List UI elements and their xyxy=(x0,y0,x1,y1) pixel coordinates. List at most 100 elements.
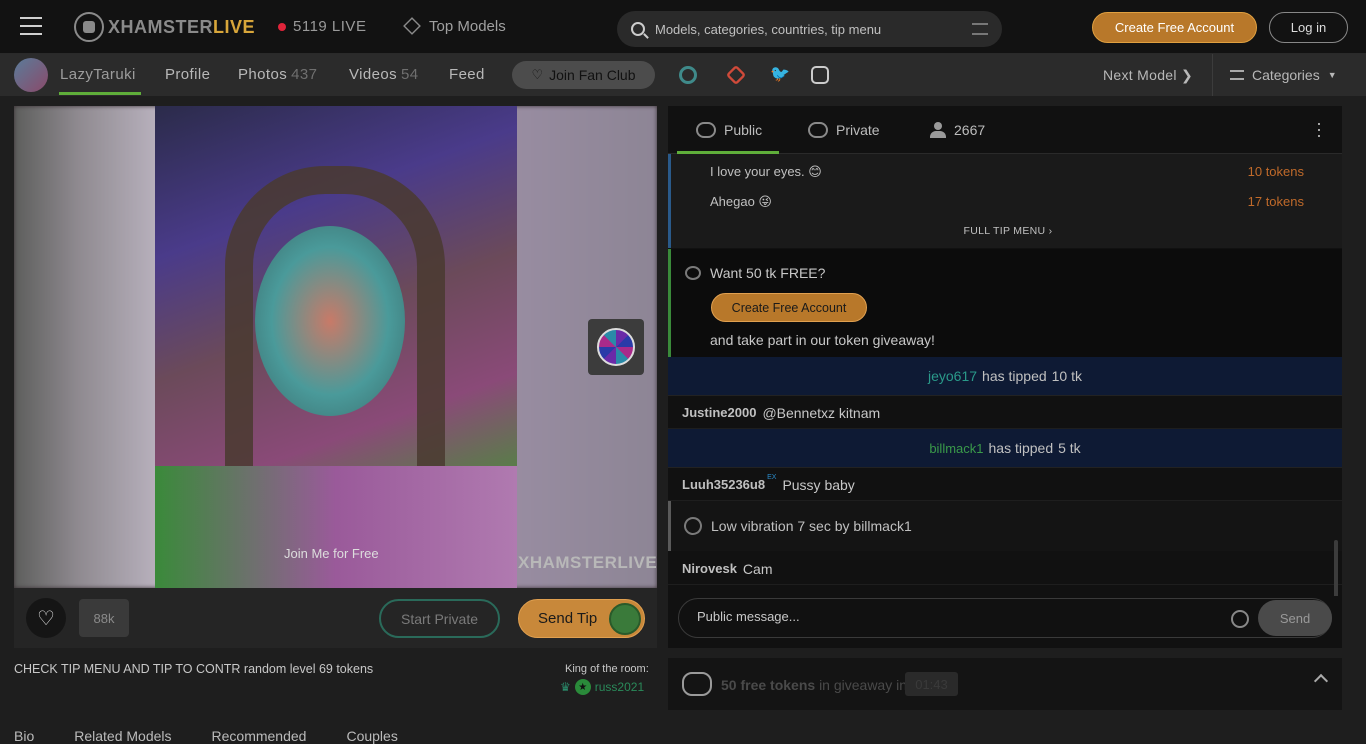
twitter-icon[interactable]: 🐦 xyxy=(770,64,790,83)
filter-icon[interactable] xyxy=(972,23,988,35)
diamond-heart-icon: ♡ xyxy=(531,67,544,82)
video-stream[interactable] xyxy=(155,106,517,588)
menu-icon[interactable] xyxy=(20,17,42,37)
live-count[interactable]: 5119 LIVE xyxy=(278,18,366,35)
chat-username[interactable]: Justine2000 xyxy=(682,405,756,420)
chat-bubble-icon xyxy=(696,122,716,138)
chevron-up-icon[interactable] xyxy=(1313,673,1329,689)
tab-viewers[interactable]: 2667 xyxy=(930,122,985,138)
photos-count: 437 xyxy=(291,66,318,83)
search-bar xyxy=(617,11,1002,47)
tab-related-models[interactable]: Related Models xyxy=(74,728,171,744)
free-tokens-promo: Want 50 tk FREE? Create Free Account and… xyxy=(668,249,1342,357)
king-label: King of the room: xyxy=(565,663,649,675)
chat-username[interactable]: Luuh35236u8 xyxy=(682,477,765,492)
room-topic: CHECK TIP MENU AND TIP TO CONTR random l… xyxy=(14,662,374,676)
start-private-button[interactable]: Start Private xyxy=(379,599,500,638)
full-tip-menu-link[interactable]: FULL TIP MENU › xyxy=(671,225,1342,237)
tab-feed[interactable]: Feed xyxy=(449,66,485,83)
giveaway-text: 50 free tokens in giveaway in xyxy=(721,677,907,693)
tip-notification: billmack1 has tipped 5 tk xyxy=(668,429,1342,468)
categories-dropdown[interactable]: Categories ▼ xyxy=(1230,67,1337,83)
crown-icon: ♛ xyxy=(560,680,571,694)
chat-message: Nirovesk Cam xyxy=(668,553,1342,585)
tab-bio[interactable]: Bio xyxy=(14,728,34,744)
join-fan-club-button[interactable]: ♡ Join Fan Club xyxy=(512,61,655,89)
vibration-icon xyxy=(680,513,706,539)
vibration-notification: Low vibration 7 sec by billmack1 xyxy=(668,501,1342,551)
giveaway-bar[interactable]: 50 free tokens in giveaway in 01:43 xyxy=(668,658,1342,710)
stream-image xyxy=(255,226,405,416)
send-tip-button[interactable]: Send Tip xyxy=(518,599,645,638)
active-tab-underline xyxy=(59,92,141,95)
live-dot-icon xyxy=(278,22,286,31)
coins-icon xyxy=(682,672,712,696)
send-button[interactable]: Send xyxy=(1258,600,1332,636)
model-name[interactable]: LazyTaruki xyxy=(60,66,136,83)
model-avatar[interactable] xyxy=(14,58,48,92)
chat-username[interactable]: jeyo617 xyxy=(928,368,977,384)
search-icon[interactable] xyxy=(631,22,645,36)
wheel-icon xyxy=(597,328,635,366)
chat-messages: I love your eyes. 😊 10 tokens Ahegao 😜 1… xyxy=(668,154,1342,596)
next-model-link[interactable]: Next Model ❯ xyxy=(1103,67,1193,84)
public-message-input[interactable] xyxy=(697,609,1217,624)
user-badge: EX xyxy=(767,474,777,481)
model-nav: LazyTaruki Profile Photos 437 Videos 54 Fe… xyxy=(0,54,1366,96)
videos-count: 54 xyxy=(401,66,419,83)
coins-icon xyxy=(685,266,701,280)
king-of-room[interactable]: ♛ ★ russ2021 xyxy=(560,679,644,695)
tip-notification: jeyo617 has tipped 10 tk xyxy=(668,357,1342,396)
video-player[interactable]: Join Me for Free XHAMSTERLIVE xyxy=(14,106,657,588)
more-options-icon[interactable]: · · · xyxy=(1316,114,1322,144)
profile-tabs: Bio Related Models Recommended Couples xyxy=(14,728,398,744)
top-models-link[interactable]: Top Models xyxy=(403,17,506,35)
tip-menu-card: I love your eyes. 😊 10 tokens Ahegao 😜 1… xyxy=(668,154,1342,248)
social-link-icon[interactable] xyxy=(679,66,697,84)
star-badge-icon: ★ xyxy=(574,679,591,695)
tab-recommended[interactable]: Recommended xyxy=(212,728,307,744)
tip-menu-item[interactable]: I love your eyes. 😊 10 tokens xyxy=(710,164,1304,180)
chat-tabs: Public Private 2667 · · · xyxy=(668,106,1342,154)
join-watermark: Join Me for Free xyxy=(284,546,379,561)
login-button[interactable]: Log in xyxy=(1269,12,1348,43)
search-input[interactable] xyxy=(655,21,962,37)
chat-bubbles-icon xyxy=(808,122,828,138)
stream-image xyxy=(155,466,517,588)
tab-profile[interactable]: Profile xyxy=(165,66,210,83)
top-bar: XHAMSTERLIVE 5119 LIVE Top Models Create… xyxy=(0,0,1366,54)
chat-username[interactable]: Nirovesk xyxy=(682,561,737,576)
user-icon xyxy=(930,122,946,138)
promo-title: Want 50 tk FREE? xyxy=(710,265,826,281)
brand-watermark: XHAMSTERLIVE xyxy=(518,553,657,572)
heart-icon[interactable]: ♡ xyxy=(26,598,66,638)
create-account-button[interactable]: Create Free Account xyxy=(1092,12,1257,43)
chat-panel: Public Private 2667 · · · I love your eyes… xyxy=(668,106,1342,648)
chat-message: Luuh35236u8 EX Pussy baby xyxy=(668,469,1342,501)
tab-videos[interactable]: Videos 54 xyxy=(349,66,419,83)
tab-couples[interactable]: Couples xyxy=(346,728,397,744)
list-icon xyxy=(1230,70,1244,80)
like-count: 88k xyxy=(79,599,129,637)
tip-menu-item[interactable]: Ahegao 😜 17 tokens xyxy=(710,194,1304,210)
caret-down-icon: ▼ xyxy=(1327,70,1337,80)
social-link-icon[interactable] xyxy=(725,64,747,86)
cube-icon xyxy=(403,17,421,35)
promo-create-account-button[interactable]: Create Free Account xyxy=(711,293,867,322)
instagram-icon[interactable] xyxy=(811,66,829,84)
wheel-of-fortune-button[interactable] xyxy=(588,319,644,375)
emoji-icon[interactable] xyxy=(1231,610,1249,628)
hamster-logo-icon xyxy=(74,12,104,42)
chat-username[interactable]: billmack1 xyxy=(929,441,983,456)
tab-photos[interactable]: Photos 437 xyxy=(238,66,317,83)
brand-name: XHAMSTERLIVE xyxy=(108,16,256,37)
chat-message: Justine2000 @Bennetxz kitnam xyxy=(668,397,1342,429)
chat-scrollbar[interactable] xyxy=(1334,540,1338,596)
brand-logo[interactable]: XHAMSTERLIVE xyxy=(74,12,255,42)
chevron-right-icon: › xyxy=(1048,225,1053,237)
tab-public[interactable]: Public xyxy=(696,122,762,138)
player-controls: ♡ 88k Start Private Send Tip xyxy=(14,588,657,648)
token-coin-icon xyxy=(609,603,641,635)
promo-subtitle: and take part in our token giveaway! xyxy=(710,332,935,348)
tab-private[interactable]: Private xyxy=(808,122,880,138)
